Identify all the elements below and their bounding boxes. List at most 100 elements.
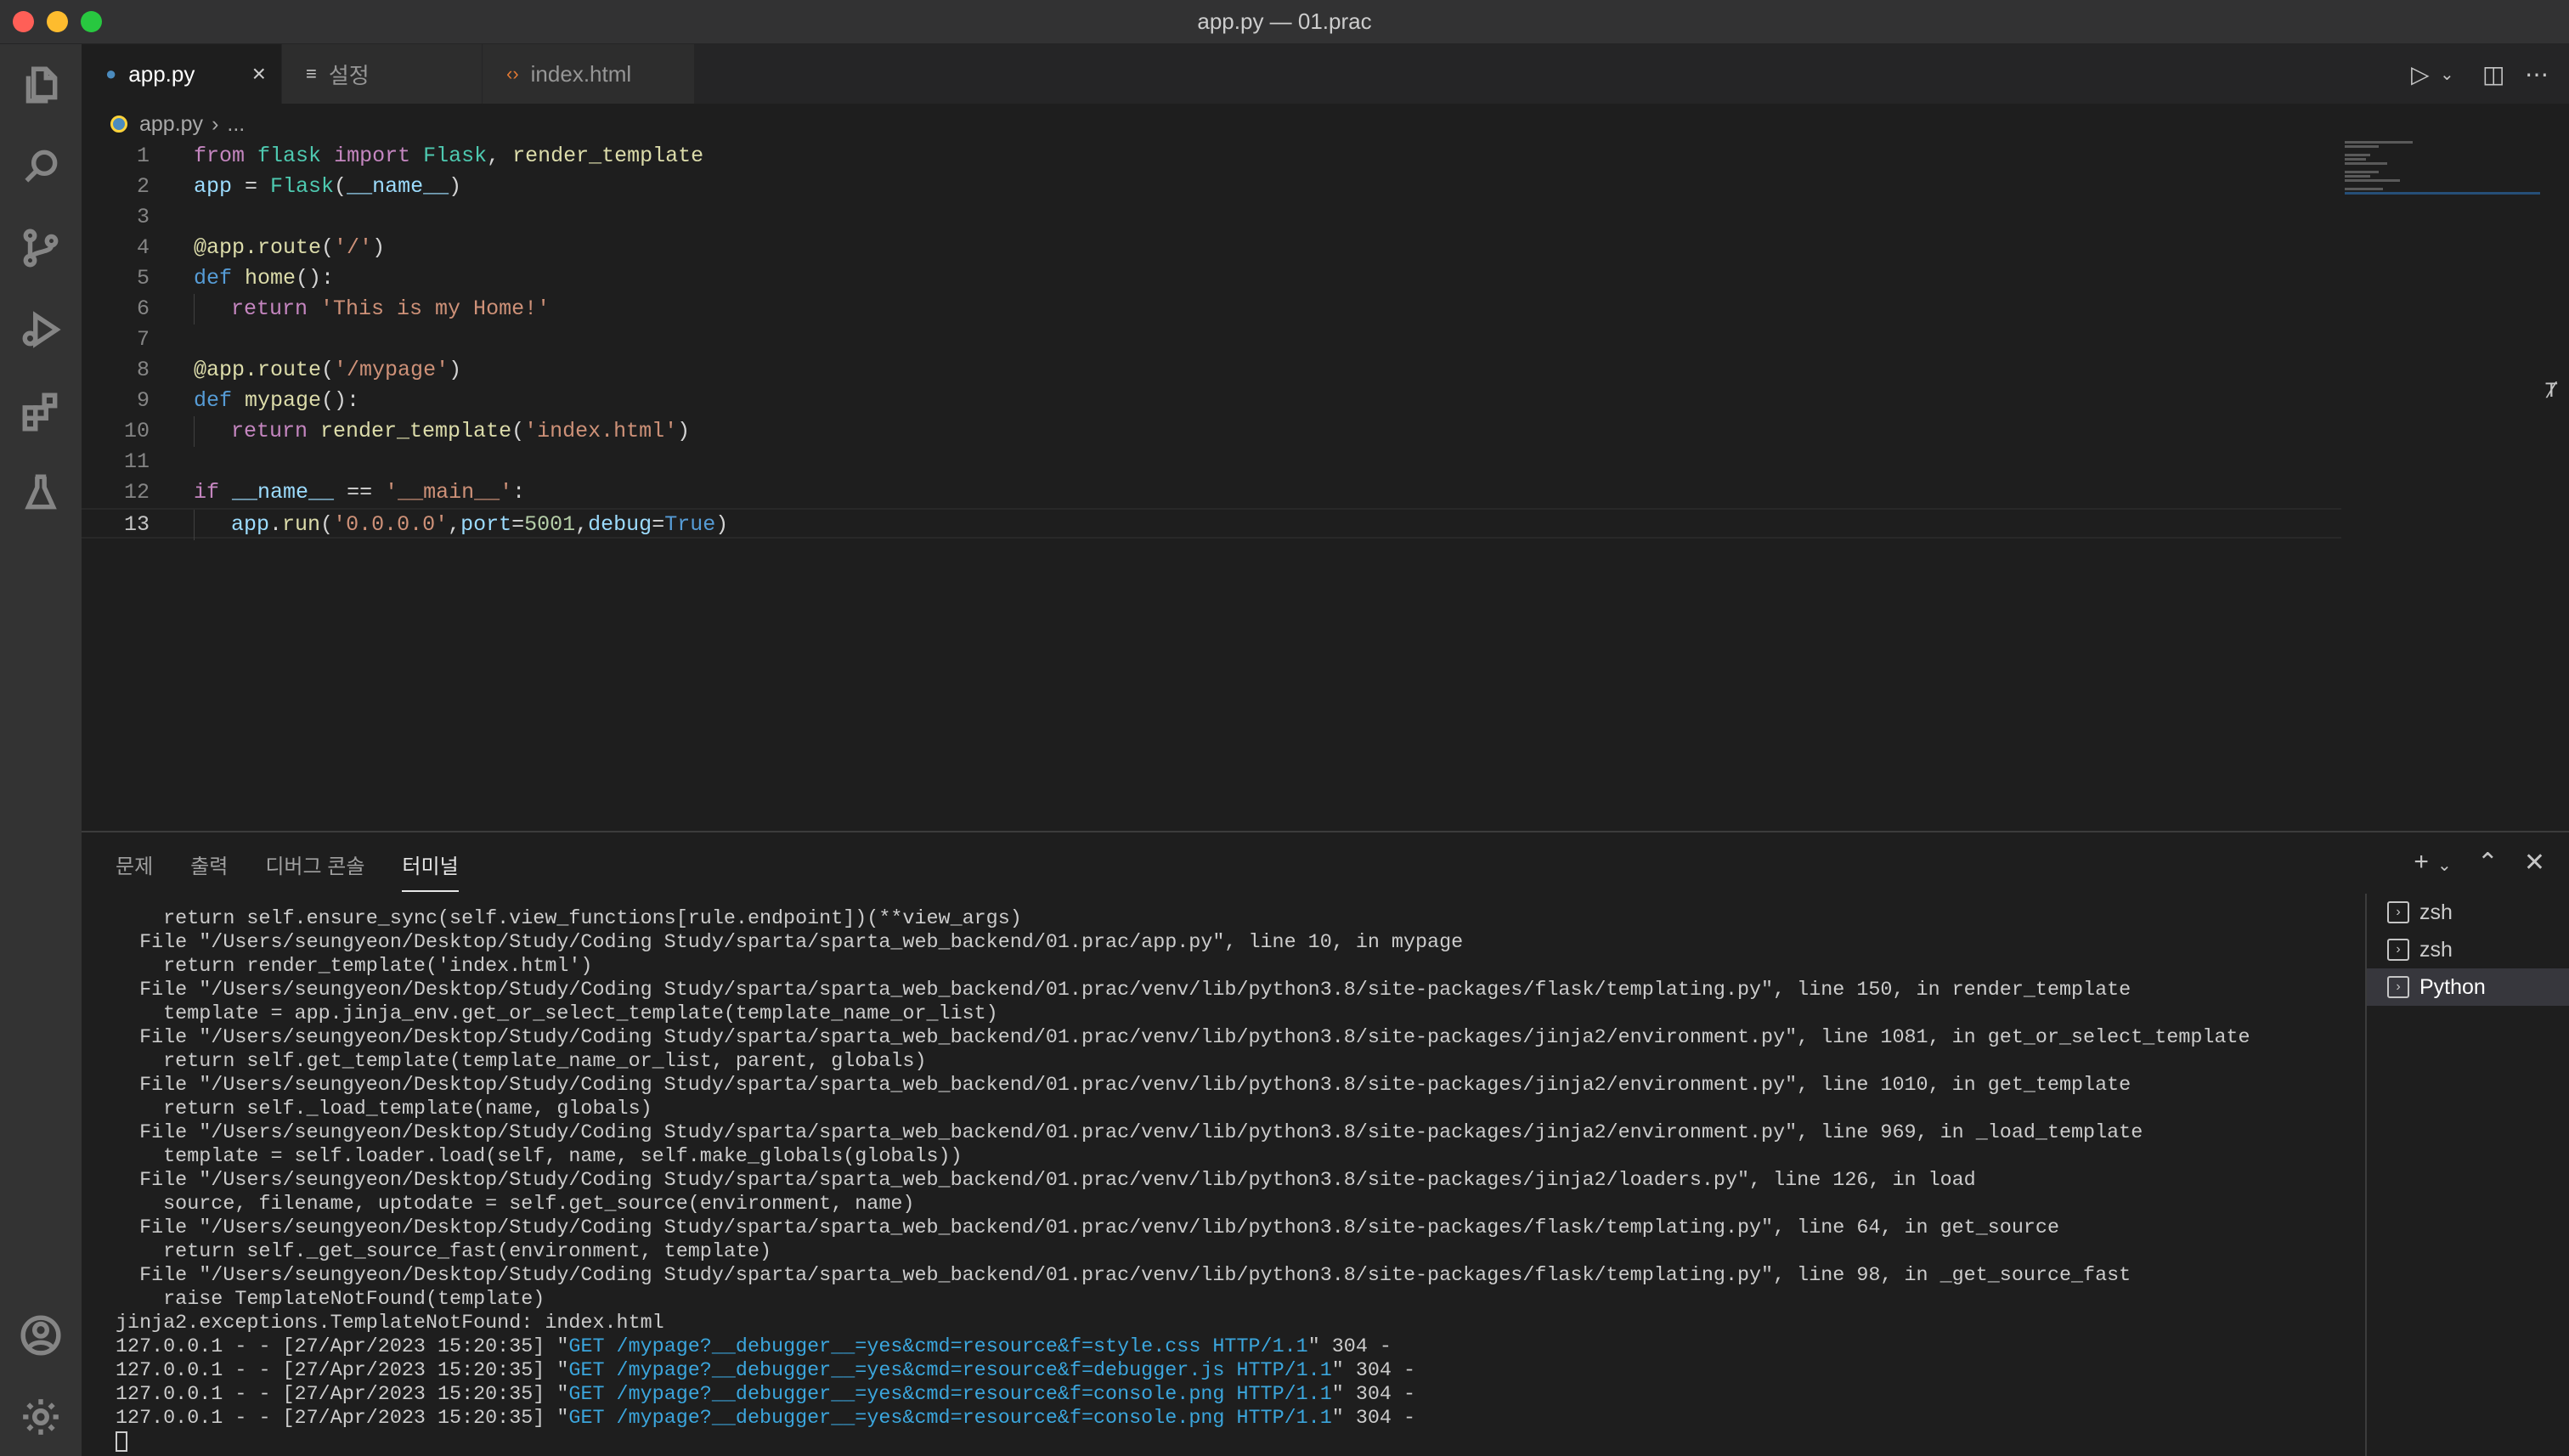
editor-tab-bar: ● app.py × ≡ 설정 ‹› index.html ▷ ⌄ ◫ ⋯ <box>82 44 2569 104</box>
code-line: 5 def home(): <box>82 263 2341 294</box>
tab-terminal[interactable]: 터미널 <box>402 849 459 892</box>
chevron-right-icon: › <box>212 111 219 136</box>
breadcrumb-file[interactable]: app.py <box>139 112 203 137</box>
terminal-line: jinja2.exceptions.TemplateNotFound: inde… <box>116 1312 664 1335</box>
run-python-file-button[interactable]: ▷ <box>2411 44 2430 104</box>
terminal-line: File "/Users/seungyeon/Desktop/Study/Cod… <box>116 1027 2250 1049</box>
terminal-line: template = self.loader.load(self, name, … <box>116 1146 963 1168</box>
request-log-line: 127.0.0.1 - - [27/Apr/2023 15:20:35] "GE… <box>116 1384 1416 1406</box>
tab-label: index.html <box>530 60 632 87</box>
source-control-icon[interactable] <box>17 224 65 272</box>
chevron-down-icon[interactable]: ⌄ <box>2437 855 2452 878</box>
testing-icon[interactable] <box>17 469 65 516</box>
line-number: 7 <box>136 327 150 352</box>
terminal-icon: › <box>2387 976 2409 998</box>
terminal-line: return self._load_template(name, globals… <box>116 1098 652 1120</box>
close-panel-icon[interactable]: ✕ <box>2524 848 2545 878</box>
run-debug-icon[interactable] <box>17 306 65 353</box>
code-line-current: 13 app.run('0.0.0.0',port=5001,debug=True… <box>82 508 2341 540</box>
more-actions-icon[interactable]: ⋯ <box>2525 44 2549 104</box>
code-line: 1 from flask import Flask, render_templat… <box>82 141 2341 172</box>
tab-output[interactable]: 출력 <box>190 849 228 892</box>
terminal-line: File "/Users/seungyeon/Desktop/Study/Cod… <box>116 932 1464 954</box>
line-number: 2 <box>136 174 150 199</box>
breadcrumb: app.py › ... <box>110 109 245 139</box>
minimap[interactable] <box>2345 141 2549 195</box>
line-number: 5 <box>136 266 150 291</box>
terminal-item-zsh-1[interactable]: › zsh <box>2367 894 2569 931</box>
terminal-line: raise TemplateNotFound(template) <box>116 1289 545 1311</box>
terminal-icon: › <box>2387 939 2409 961</box>
panel-actions: + ⌄ ⌃ ✕ <box>2414 848 2545 878</box>
explorer-icon[interactable] <box>17 61 65 109</box>
code-editor[interactable]: 1 from flask import Flask, render_templat… <box>82 141 2341 540</box>
code-line: 11 <box>82 447 2341 477</box>
line-number: 9 <box>136 388 150 413</box>
new-terminal-icon[interactable]: + <box>2414 848 2429 878</box>
terminal-line: return render_template('index.html') <box>116 956 593 978</box>
terminal-line: File "/Users/seungyeon/Desktop/Study/Cod… <box>116 1217 2059 1239</box>
tab-index-html[interactable]: ‹› index.html <box>483 44 695 104</box>
terminal-line: File "/Users/seungyeon/Desktop/Study/Cod… <box>116 1122 2143 1144</box>
terminal-cursor-line <box>116 1431 2443 1454</box>
line-number: 12 <box>123 480 150 505</box>
panel-tabs: 문제 출력 디버그 콘솔 터미널 <box>116 849 496 892</box>
breadcrumb-rest[interactable]: ... <box>227 112 245 137</box>
python-file-icon: ● <box>105 63 117 84</box>
terminal-line: File "/Users/seungyeon/Desktop/Study/Cod… <box>116 1075 2131 1097</box>
terminal-line: File "/Users/seungyeon/Desktop/Study/Cod… <box>116 1265 2131 1287</box>
terminal-line: source, filename, uptodate = self.get_so… <box>116 1194 915 1216</box>
terminal-line: return self.get_template(template_name_o… <box>116 1051 927 1073</box>
code-line: 3 <box>82 202 2341 233</box>
tab-label: 설정 <box>328 62 370 88</box>
terminal-line: File "/Users/seungyeon/Desktop/Study/Cod… <box>116 979 2131 1002</box>
request-log-line: 127.0.0.1 - - [27/Apr/2023 15:20:35] "GE… <box>116 1336 1392 1358</box>
code-line: 7 <box>82 324 2341 355</box>
terminal-list: › zsh › zsh › Python <box>2365 894 2569 1456</box>
tab-debug-console[interactable]: 디버그 콘솔 <box>265 849 364 892</box>
gear-icon[interactable] <box>17 1393 65 1441</box>
terminal-line: return self.ensure_sync(self.view_functi… <box>116 908 1022 930</box>
line-number: 6 <box>136 296 150 321</box>
search-icon[interactable] <box>17 143 65 190</box>
request-log-line: 127.0.0.1 - - [27/Apr/2023 15:20:35] "GE… <box>116 1360 1416 1382</box>
account-icon[interactable] <box>17 1312 65 1359</box>
tab-settings[interactable]: ≡ 설정 <box>282 44 483 104</box>
terminal-line: File "/Users/seungyeon/Desktop/Study/Cod… <box>116 1170 1976 1192</box>
line-number: 1 <box>136 144 150 168</box>
line-number: 13 <box>123 512 150 537</box>
terminal-item-python[interactable]: › Python <box>2367 968 2569 1006</box>
line-number: 10 <box>123 419 150 443</box>
line-number: 11 <box>123 449 150 474</box>
terminal-item-zsh-2[interactable]: › zsh <box>2367 931 2569 968</box>
code-line: 2 app = Flask(__name__) <box>82 172 2341 202</box>
terminal-output[interactable]: return self.ensure_sync(self.view_functi… <box>116 907 2443 1454</box>
html-file-icon: ‹› <box>506 63 519 84</box>
bottom-panel: 문제 출력 디버그 콘솔 터미널 + ⌄ ⌃ ✕ return self.ens… <box>82 831 2569 1456</box>
split-editor-icon[interactable]: ◫ <box>2482 44 2504 104</box>
extensions-icon[interactable] <box>17 387 65 435</box>
line-number: 4 <box>136 235 150 260</box>
line-number: 3 <box>136 205 150 229</box>
python-file-icon <box>110 116 127 133</box>
code-line: 8 @app.route('/mypage') <box>82 355 2341 386</box>
chevron-down-icon[interactable]: ⌄ <box>2440 44 2454 104</box>
code-line: 10 return render_template('index.html') <box>82 416 2341 447</box>
code-line: 6 return 'This is my Home!' <box>82 294 2341 324</box>
tab-problems[interactable]: 문제 <box>116 849 153 892</box>
activity-bar <box>0 44 82 1456</box>
tab-app-py[interactable]: ● app.py × <box>82 44 282 104</box>
line-number: 8 <box>136 358 150 382</box>
code-line: 12 if __name__ == '__main__': <box>82 477 2341 508</box>
cursor-position-marker: Ⱦ <box>2545 379 2558 402</box>
code-line: 9 def mypage(): <box>82 386 2341 416</box>
terminal-line: template = app.jinja_env.get_or_select_t… <box>116 1003 998 1025</box>
title-bar: app.py — 01.prac <box>0 0 2569 44</box>
window-title: app.py — 01.prac <box>1197 8 1372 34</box>
code-line: 4 @app.route('/') <box>82 233 2341 263</box>
terminal-cursor <box>116 1431 127 1452</box>
maximize-panel-icon[interactable]: ⌃ <box>2477 848 2498 878</box>
terminal-icon: › <box>2387 901 2409 923</box>
close-icon[interactable]: × <box>252 60 266 87</box>
request-log-line: 127.0.0.1 - - [27/Apr/2023 15:20:35] "GE… <box>116 1408 1416 1430</box>
